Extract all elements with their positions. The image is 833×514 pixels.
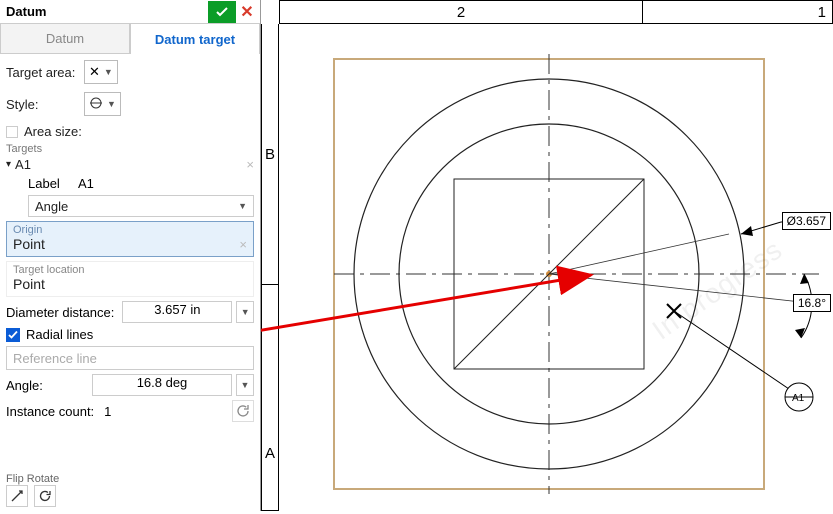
diameter-dimension[interactable]: Ø3.657 — [782, 212, 831, 230]
area-size-checkbox[interactable] — [6, 126, 18, 138]
flip-button[interactable] — [6, 485, 28, 507]
datum-target-balloon-label[interactable]: A1 — [792, 393, 804, 404]
target-area-label: Target area: — [6, 65, 78, 80]
target-a1-row[interactable]: ▾ A1 × — [6, 157, 254, 172]
chevron-down-icon: ▼ — [107, 99, 116, 109]
tab-datum[interactable]: Datum — [0, 24, 130, 54]
target-a1-name: A1 — [15, 157, 242, 172]
rotate-button[interactable] — [34, 485, 56, 507]
ruler-row-b: B — [262, 24, 278, 284]
flip-rotate-section: Flip Rotate — [0, 471, 260, 511]
chevron-down-icon: ▾ — [6, 159, 11, 170]
angle-dropdown-label: Angle — [35, 199, 238, 214]
ruler-row-a: A — [262, 284, 278, 510]
reference-line-placeholder: Reference line — [13, 351, 97, 366]
panel-title: Datum — [6, 4, 208, 19]
ruler-col-2: 2 — [280, 1, 642, 23]
diameter-distance-input[interactable]: 3.657 in — [122, 301, 232, 323]
angle-spin-button[interactable]: ▼ — [236, 374, 254, 396]
origin-value: Point — [13, 236, 239, 252]
chevron-down-icon: ▼ — [238, 201, 247, 211]
x-icon: ✕ — [89, 64, 100, 80]
angle-input[interactable]: 16.8 deg — [92, 374, 232, 396]
remove-target-button[interactable]: × — [246, 157, 254, 172]
target-location-caption: Target location — [13, 264, 247, 276]
origin-caption: Origin — [13, 224, 247, 236]
style-dropdown[interactable]: ▼ — [84, 92, 121, 116]
clear-origin-button[interactable]: × — [239, 237, 247, 252]
reference-line-input[interactable]: Reference line — [6, 346, 254, 370]
reload-button[interactable] — [232, 400, 254, 422]
tab-datum-target[interactable]: Datum target — [130, 24, 260, 54]
flip-rotate-caption: Flip Rotate — [6, 473, 254, 485]
target-area-dropdown[interactable]: ✕ ▼ — [84, 60, 118, 84]
label-caption: Label — [28, 176, 72, 191]
label-value: A1 — [78, 176, 94, 191]
instance-count-label: Instance count: — [6, 404, 94, 419]
datum-panel: Datum ✕ Datum Datum target Target area: … — [0, 0, 261, 511]
angle-dimension[interactable]: 16.8° — [793, 294, 831, 312]
area-size-label: Area size: — [24, 124, 96, 139]
targets-section-label: Targets — [0, 141, 260, 155]
tab-bar: Datum Datum target — [0, 24, 260, 54]
radial-lines-checkbox[interactable] — [6, 328, 20, 342]
origin-field[interactable]: Origin Point × — [6, 221, 254, 257]
diameter-distance-label: Diameter distance: — [6, 305, 114, 320]
drawing-viewport[interactable]: Ø3.657 16.8° A1 In progress — [279, 24, 833, 511]
radial-lines-label: Radial lines — [26, 327, 93, 342]
angle-dropdown[interactable]: Angle ▼ — [28, 195, 254, 217]
accept-button[interactable] — [208, 1, 236, 23]
diameter-spin-button[interactable]: ▼ — [236, 301, 254, 323]
angle-label: Angle: — [6, 378, 43, 393]
panel-header: Datum ✕ — [0, 0, 260, 24]
top-ruler: 2 1 — [279, 0, 833, 24]
target-location-field[interactable]: Target location Point — [6, 261, 254, 297]
style-label: Style: — [6, 97, 78, 112]
ruler-col-1: 1 — [642, 1, 832, 23]
cancel-button[interactable]: ✕ — [236, 1, 258, 23]
instance-count-value: 1 — [104, 404, 111, 419]
chevron-down-icon: ▼ — [104, 67, 113, 77]
style-circle-icon — [89, 96, 103, 113]
drawing-canvas[interactable]: 2 1 B A — [261, 0, 833, 511]
left-ruler: B A — [261, 24, 279, 511]
target-location-value: Point — [13, 276, 247, 292]
